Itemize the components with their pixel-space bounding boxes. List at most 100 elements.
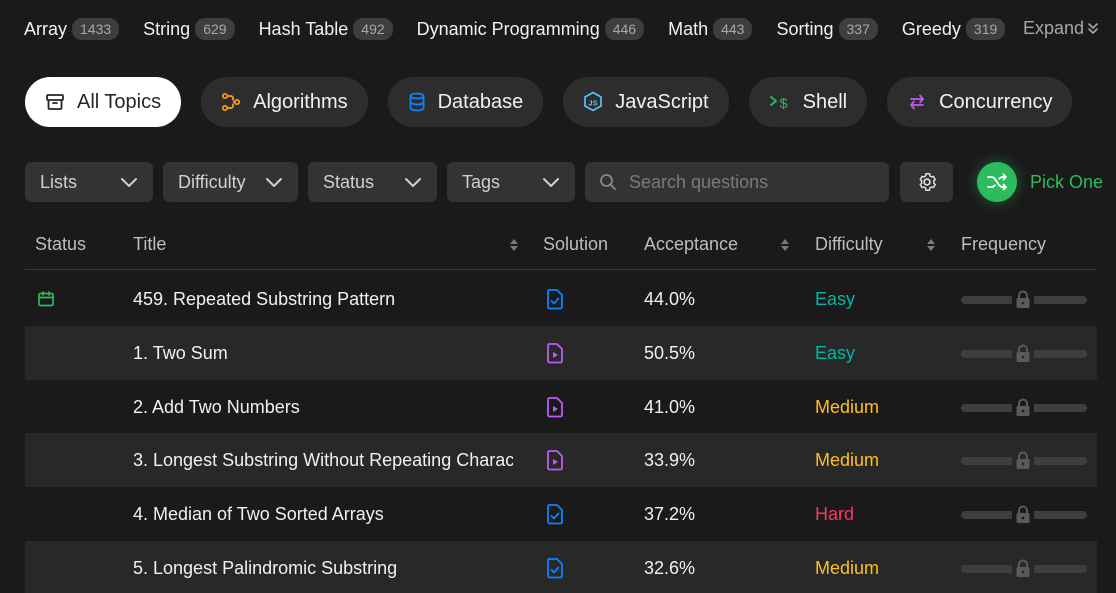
tag-count: 443 bbox=[713, 18, 753, 40]
column-header-frequency: Frequency bbox=[961, 234, 1046, 255]
topic-label: All Topics bbox=[77, 90, 162, 113]
table-header: Status Title Solution Acceptance Difficu… bbox=[25, 224, 1097, 270]
tag-label: Hash Table bbox=[258, 18, 349, 39]
dropdown-label: Lists bbox=[40, 171, 78, 192]
settings-button[interactable] bbox=[900, 162, 953, 202]
topic-shell[interactable]: $ Shell bbox=[748, 77, 868, 127]
tag-label: Dynamic Programming bbox=[416, 18, 600, 39]
tag-math[interactable]: Math 443 bbox=[668, 18, 753, 40]
header-label: Status bbox=[35, 234, 87, 254]
video-icon bbox=[547, 343, 563, 364]
chevron-down-icon bbox=[543, 178, 559, 187]
tag-hash-table[interactable]: Hash Table 492 bbox=[259, 18, 393, 40]
difficulty-label: Hard bbox=[815, 503, 855, 524]
tag-label: String bbox=[143, 18, 191, 39]
shuffle-icon bbox=[987, 173, 1007, 191]
column-header-title[interactable]: Title bbox=[133, 234, 166, 255]
column-header-acceptance[interactable]: Acceptance bbox=[644, 234, 738, 255]
header-label: Solution bbox=[543, 234, 609, 254]
header-label: Title bbox=[133, 234, 167, 254]
flow-icon bbox=[222, 92, 241, 112]
svg-text:JS: JS bbox=[589, 99, 598, 108]
acceptance-rate: 32.6% bbox=[644, 557, 696, 578]
search-box bbox=[585, 162, 889, 202]
acceptance-rate: 37.2% bbox=[644, 503, 696, 524]
table-row: 2. Add Two Numbers 41.0% Medium bbox=[25, 380, 1097, 434]
database-icon bbox=[409, 92, 425, 112]
topic-database[interactable]: Database bbox=[387, 77, 544, 127]
search-input[interactable] bbox=[629, 171, 869, 193]
swap-icon bbox=[910, 94, 924, 110]
question-title-link[interactable]: 459. Repeated Substring Pattern bbox=[133, 272, 513, 326]
video-icon bbox=[547, 397, 563, 418]
dropdown-label: Status bbox=[323, 171, 375, 192]
topic-algorithms[interactable]: Algorithms bbox=[201, 77, 368, 127]
article-check-icon bbox=[547, 289, 563, 310]
article-check-icon bbox=[547, 558, 563, 579]
search-icon bbox=[600, 174, 616, 190]
svg-text:$: $ bbox=[779, 95, 787, 111]
status-dropdown[interactable]: Status bbox=[308, 162, 437, 202]
lock-icon bbox=[1016, 451, 1030, 469]
difficulty-label: Easy bbox=[815, 342, 856, 363]
table-row: 3. Longest Substring Without Repeating C… bbox=[25, 433, 1097, 487]
tags-dropdown[interactable]: Tags bbox=[447, 162, 575, 202]
solution-cell[interactable] bbox=[545, 541, 565, 593]
tag-string[interactable]: String 629 bbox=[143, 18, 235, 40]
solution-cell[interactable] bbox=[545, 380, 565, 434]
lock-icon bbox=[1016, 505, 1030, 523]
sort-icon[interactable] bbox=[509, 237, 519, 253]
sort-icon[interactable] bbox=[780, 237, 790, 253]
tag-dynamic-programming[interactable]: Dynamic Programming 446 bbox=[416, 18, 645, 40]
solution-cell[interactable] bbox=[545, 326, 565, 380]
column-header-difficulty[interactable]: Difficulty bbox=[815, 234, 883, 255]
solution-cell[interactable] bbox=[545, 433, 565, 487]
frequency-bar bbox=[961, 397, 1087, 419]
filter-bar: Lists Difficulty Status Tags Pick One bbox=[25, 162, 1105, 202]
tag-label: Array bbox=[24, 18, 68, 39]
question-title-link[interactable]: 4. Median of Two Sorted Arrays bbox=[133, 487, 513, 541]
topic-concurrency[interactable]: Concurrency bbox=[887, 77, 1073, 127]
expand-button[interactable]: Expand bbox=[1023, 18, 1100, 39]
double-chevron-down-icon bbox=[1088, 22, 1098, 34]
video-icon bbox=[547, 450, 563, 471]
column-header-status: Status bbox=[35, 234, 86, 255]
chevron-down-icon bbox=[266, 178, 282, 187]
frequency-bar bbox=[961, 558, 1087, 580]
lists-dropdown[interactable]: Lists bbox=[25, 162, 153, 202]
frequency-bar bbox=[961, 289, 1087, 311]
difficulty-label: Medium bbox=[815, 449, 880, 470]
tag-greedy[interactable]: Greedy 319 bbox=[902, 18, 1006, 40]
solution-cell[interactable] bbox=[545, 487, 565, 541]
frequency-bar bbox=[961, 450, 1087, 472]
calendar-icon bbox=[38, 291, 54, 307]
lock-icon bbox=[1016, 290, 1030, 308]
question-title-link[interactable]: 5. Longest Palindromic Substring bbox=[133, 541, 513, 593]
gear-icon bbox=[918, 173, 936, 191]
frequency-bar bbox=[961, 504, 1087, 526]
topic-label: Database bbox=[437, 90, 524, 113]
dropdown-label: Difficulty bbox=[178, 171, 246, 192]
topic-label: Shell bbox=[802, 90, 848, 113]
topic-javascript[interactable]: JS JavaScript bbox=[563, 77, 729, 127]
tag-strip: Array 1433 String 629 Hash Table 492 Dynami… bbox=[24, 14, 1100, 44]
pick-one-button[interactable]: Pick One bbox=[977, 162, 1103, 202]
tag-label: Sorting bbox=[776, 18, 834, 39]
chevron-down-icon bbox=[121, 178, 137, 187]
question-title-link[interactable]: 2. Add Two Numbers bbox=[133, 380, 513, 434]
tag-count: 446 bbox=[604, 18, 645, 40]
topic-all-topics[interactable]: All Topics bbox=[25, 77, 182, 127]
question-title-link[interactable]: 3. Longest Substring Without Repeating C… bbox=[133, 433, 513, 487]
tag-array[interactable]: Array 1433 bbox=[24, 18, 120, 40]
sort-icon[interactable] bbox=[926, 237, 936, 253]
header-label: Difficulty bbox=[815, 234, 883, 254]
difficulty-dropdown[interactable]: Difficulty bbox=[163, 162, 298, 202]
solution-cell[interactable] bbox=[545, 272, 565, 326]
tag-count: 1433 bbox=[72, 18, 120, 40]
acceptance-rate: 41.0% bbox=[644, 396, 696, 417]
topic-label: Algorithms bbox=[253, 90, 348, 113]
question-title-link[interactable]: 1. Two Sum bbox=[133, 326, 513, 380]
column-header-solution: Solution bbox=[543, 234, 608, 255]
archive-icon bbox=[46, 94, 64, 110]
tag-sorting[interactable]: Sorting 337 bbox=[776, 18, 878, 40]
